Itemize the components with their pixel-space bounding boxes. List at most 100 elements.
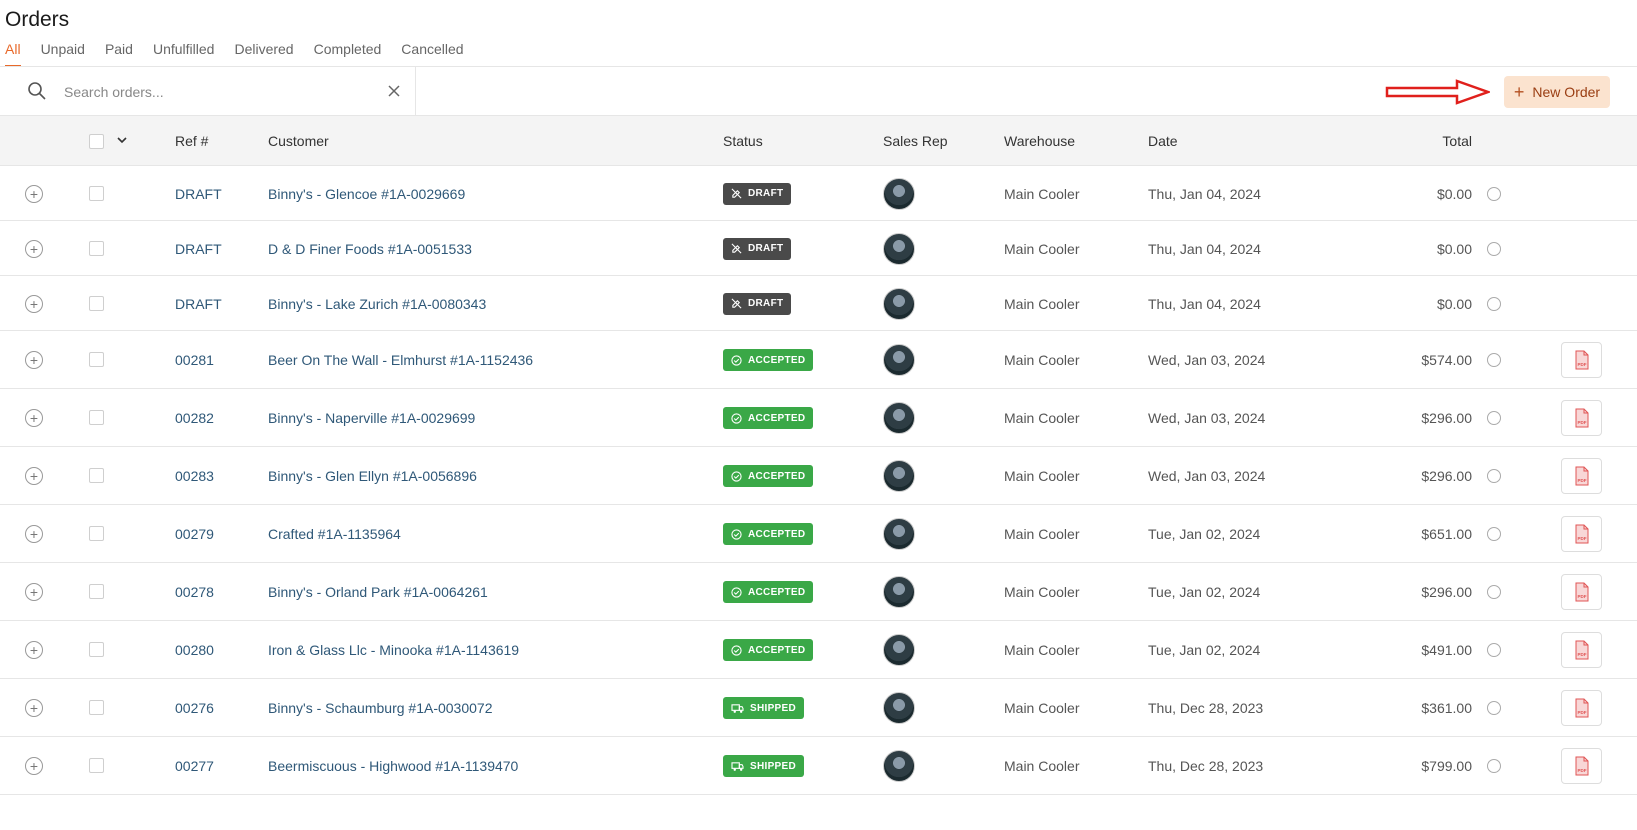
tab-paid[interactable]: Paid — [105, 41, 133, 67]
avatar[interactable] — [883, 750, 915, 782]
payment-status-radio[interactable] — [1487, 759, 1501, 773]
expand-row-icon[interactable]: + — [25, 351, 43, 369]
column-header-sales-rep[interactable]: Sales Rep — [883, 133, 948, 149]
payment-status-radio[interactable] — [1487, 411, 1501, 425]
row-checkbox[interactable] — [89, 700, 104, 715]
chevron-down-icon[interactable] — [116, 134, 128, 146]
payment-status-radio[interactable] — [1487, 585, 1501, 599]
pdf-button[interactable]: PDF — [1561, 458, 1602, 494]
customer-link[interactable]: D & D Finer Foods #1A-0051533 — [268, 241, 472, 257]
order-ref-link[interactable]: 00278 — [175, 584, 214, 600]
payment-status-radio[interactable] — [1487, 186, 1501, 201]
expand-row-icon[interactable]: + — [25, 699, 43, 717]
expand-row-icon[interactable]: + — [25, 757, 43, 775]
customer-link[interactable]: Binny's - Schaumburg #1A-0030072 — [268, 700, 492, 716]
payment-status-radio[interactable] — [1487, 469, 1501, 483]
search-input[interactable] — [64, 79, 364, 105]
select-all-checkbox[interactable] — [89, 134, 104, 149]
table-row[interactable]: +00276 Binny's - Schaumburg #1A-0030072 SH… — [0, 679, 1637, 737]
table-row[interactable]: +00283 Binny's - Glen Ellyn #1A-0056896 AC… — [0, 447, 1637, 505]
payment-status-radio[interactable] — [1487, 241, 1501, 256]
customer-link[interactable]: Binny's - Naperville #1A-0029699 — [268, 410, 475, 426]
row-checkbox[interactable] — [89, 526, 104, 541]
row-checkbox[interactable] — [89, 758, 104, 773]
avatar[interactable] — [883, 460, 915, 492]
expand-row-icon[interactable]: + — [25, 583, 43, 601]
new-order-button[interactable]: + New Order — [1504, 76, 1610, 108]
expand-row-icon[interactable]: + — [25, 409, 43, 427]
order-ref-link[interactable]: 00276 — [175, 700, 214, 716]
customer-link[interactable]: Binny's - Lake Zurich #1A-0080343 — [268, 296, 486, 312]
row-checkbox[interactable] — [89, 240, 104, 256]
avatar[interactable] — [883, 402, 915, 434]
tab-completed[interactable]: Completed — [314, 41, 382, 67]
row-checkbox[interactable] — [89, 468, 104, 483]
expand-row-icon[interactable]: + — [25, 641, 43, 659]
payment-status-radio[interactable] — [1487, 701, 1501, 715]
table-row[interactable]: +00278 Binny's - Orland Park #1A-0064261 A… — [0, 563, 1637, 621]
avatar[interactable] — [883, 692, 915, 724]
column-header-date[interactable]: Date — [1148, 133, 1178, 149]
customer-link[interactable]: Iron & Glass Llc - Minooka #1A-1143619 — [268, 642, 519, 658]
customer-link[interactable]: Binny's - Glencoe #1A-0029669 — [268, 186, 465, 202]
table-row[interactable]: + DRAFT Binny's - Glencoe #1A-0029669 DRAFT… — [0, 166, 1637, 221]
order-ref-link[interactable]: DRAFT — [175, 296, 222, 312]
row-checkbox[interactable] — [89, 352, 104, 367]
table-row[interactable]: +00280 Iron & Glass Llc - Minooka #1A-114… — [0, 621, 1637, 679]
pdf-button[interactable]: PDF — [1561, 574, 1602, 610]
table-row[interactable]: +00279 Crafted #1A-1135964 ACCEPTED Main Co… — [0, 505, 1637, 563]
pdf-button[interactable]: PDF — [1561, 400, 1602, 436]
tab-unpaid[interactable]: Unpaid — [41, 41, 85, 67]
customer-link[interactable]: Binny's - Glen Ellyn #1A-0056896 — [268, 468, 477, 484]
avatar[interactable] — [883, 287, 915, 320]
expand-row-icon[interactable]: + — [25, 239, 43, 258]
order-ref-link[interactable]: 00282 — [175, 410, 214, 426]
order-ref-link[interactable]: 00280 — [175, 642, 214, 658]
order-ref-link[interactable]: DRAFT — [175, 186, 222, 202]
pdf-button[interactable]: PDF — [1561, 516, 1602, 552]
table-row[interactable]: + DRAFT Binny's - Lake Zurich #1A-0080343 D… — [0, 276, 1637, 331]
row-checkbox[interactable] — [89, 295, 104, 311]
order-ref-link[interactable]: 00277 — [175, 758, 214, 774]
avatar[interactable] — [883, 576, 915, 608]
order-ref-link[interactable]: 00279 — [175, 526, 214, 542]
column-header-status[interactable]: Status — [723, 133, 763, 149]
row-checkbox[interactable] — [89, 410, 104, 425]
pdf-button[interactable]: PDF — [1561, 342, 1602, 378]
pdf-button[interactable]: PDF — [1561, 690, 1602, 726]
customer-link[interactable]: Beer On The Wall - Elmhurst #1A-1152436 — [268, 352, 533, 368]
pdf-button[interactable]: PDF — [1561, 632, 1602, 668]
tab-cancelled[interactable]: Cancelled — [401, 41, 463, 67]
column-header-ref[interactable]: Ref # — [175, 133, 208, 149]
customer-link[interactable]: Crafted #1A-1135964 — [268, 526, 401, 542]
row-checkbox[interactable] — [89, 185, 104, 201]
row-checkbox[interactable] — [89, 584, 104, 599]
table-row[interactable]: +00281 Beer On The Wall - Elmhurst #1A-11… — [0, 331, 1637, 389]
order-ref-link[interactable]: 00283 — [175, 468, 214, 484]
payment-status-radio[interactable] — [1487, 353, 1501, 367]
column-header-warehouse[interactable]: Warehouse — [1004, 133, 1075, 149]
customer-link[interactable]: Beermiscuous - Highwood #1A-1139470 — [268, 758, 518, 774]
tab-all[interactable]: All — [5, 41, 21, 67]
close-icon[interactable] — [385, 82, 403, 100]
expand-row-icon[interactable]: + — [25, 467, 43, 485]
avatar[interactable] — [883, 232, 915, 265]
avatar[interactable] — [883, 634, 915, 666]
column-header-total[interactable]: Total — [1442, 133, 1472, 149]
payment-status-radio[interactable] — [1487, 527, 1501, 541]
expand-row-icon[interactable]: + — [25, 525, 43, 543]
table-row[interactable]: + DRAFT D & D Finer Foods #1A-0051533 DRAFT… — [0, 221, 1637, 276]
order-ref-link[interactable]: DRAFT — [175, 241, 222, 257]
avatar[interactable] — [883, 518, 915, 550]
column-header-customer[interactable]: Customer — [268, 133, 329, 149]
table-row[interactable]: +00282 Binny's - Naperville #1A-0029699 AC… — [0, 389, 1637, 447]
customer-link[interactable]: Binny's - Orland Park #1A-0064261 — [268, 584, 488, 600]
pdf-button[interactable]: PDF — [1561, 748, 1602, 784]
tab-unfulfilled[interactable]: Unfulfilled — [153, 41, 214, 67]
order-ref-link[interactable]: 00281 — [175, 352, 214, 368]
row-checkbox[interactable] — [89, 642, 104, 657]
expand-row-icon[interactable]: + — [25, 294, 43, 313]
tab-delivered[interactable]: Delivered — [234, 41, 293, 67]
expand-row-icon[interactable]: + — [25, 184, 43, 203]
payment-status-radio[interactable] — [1487, 296, 1501, 311]
